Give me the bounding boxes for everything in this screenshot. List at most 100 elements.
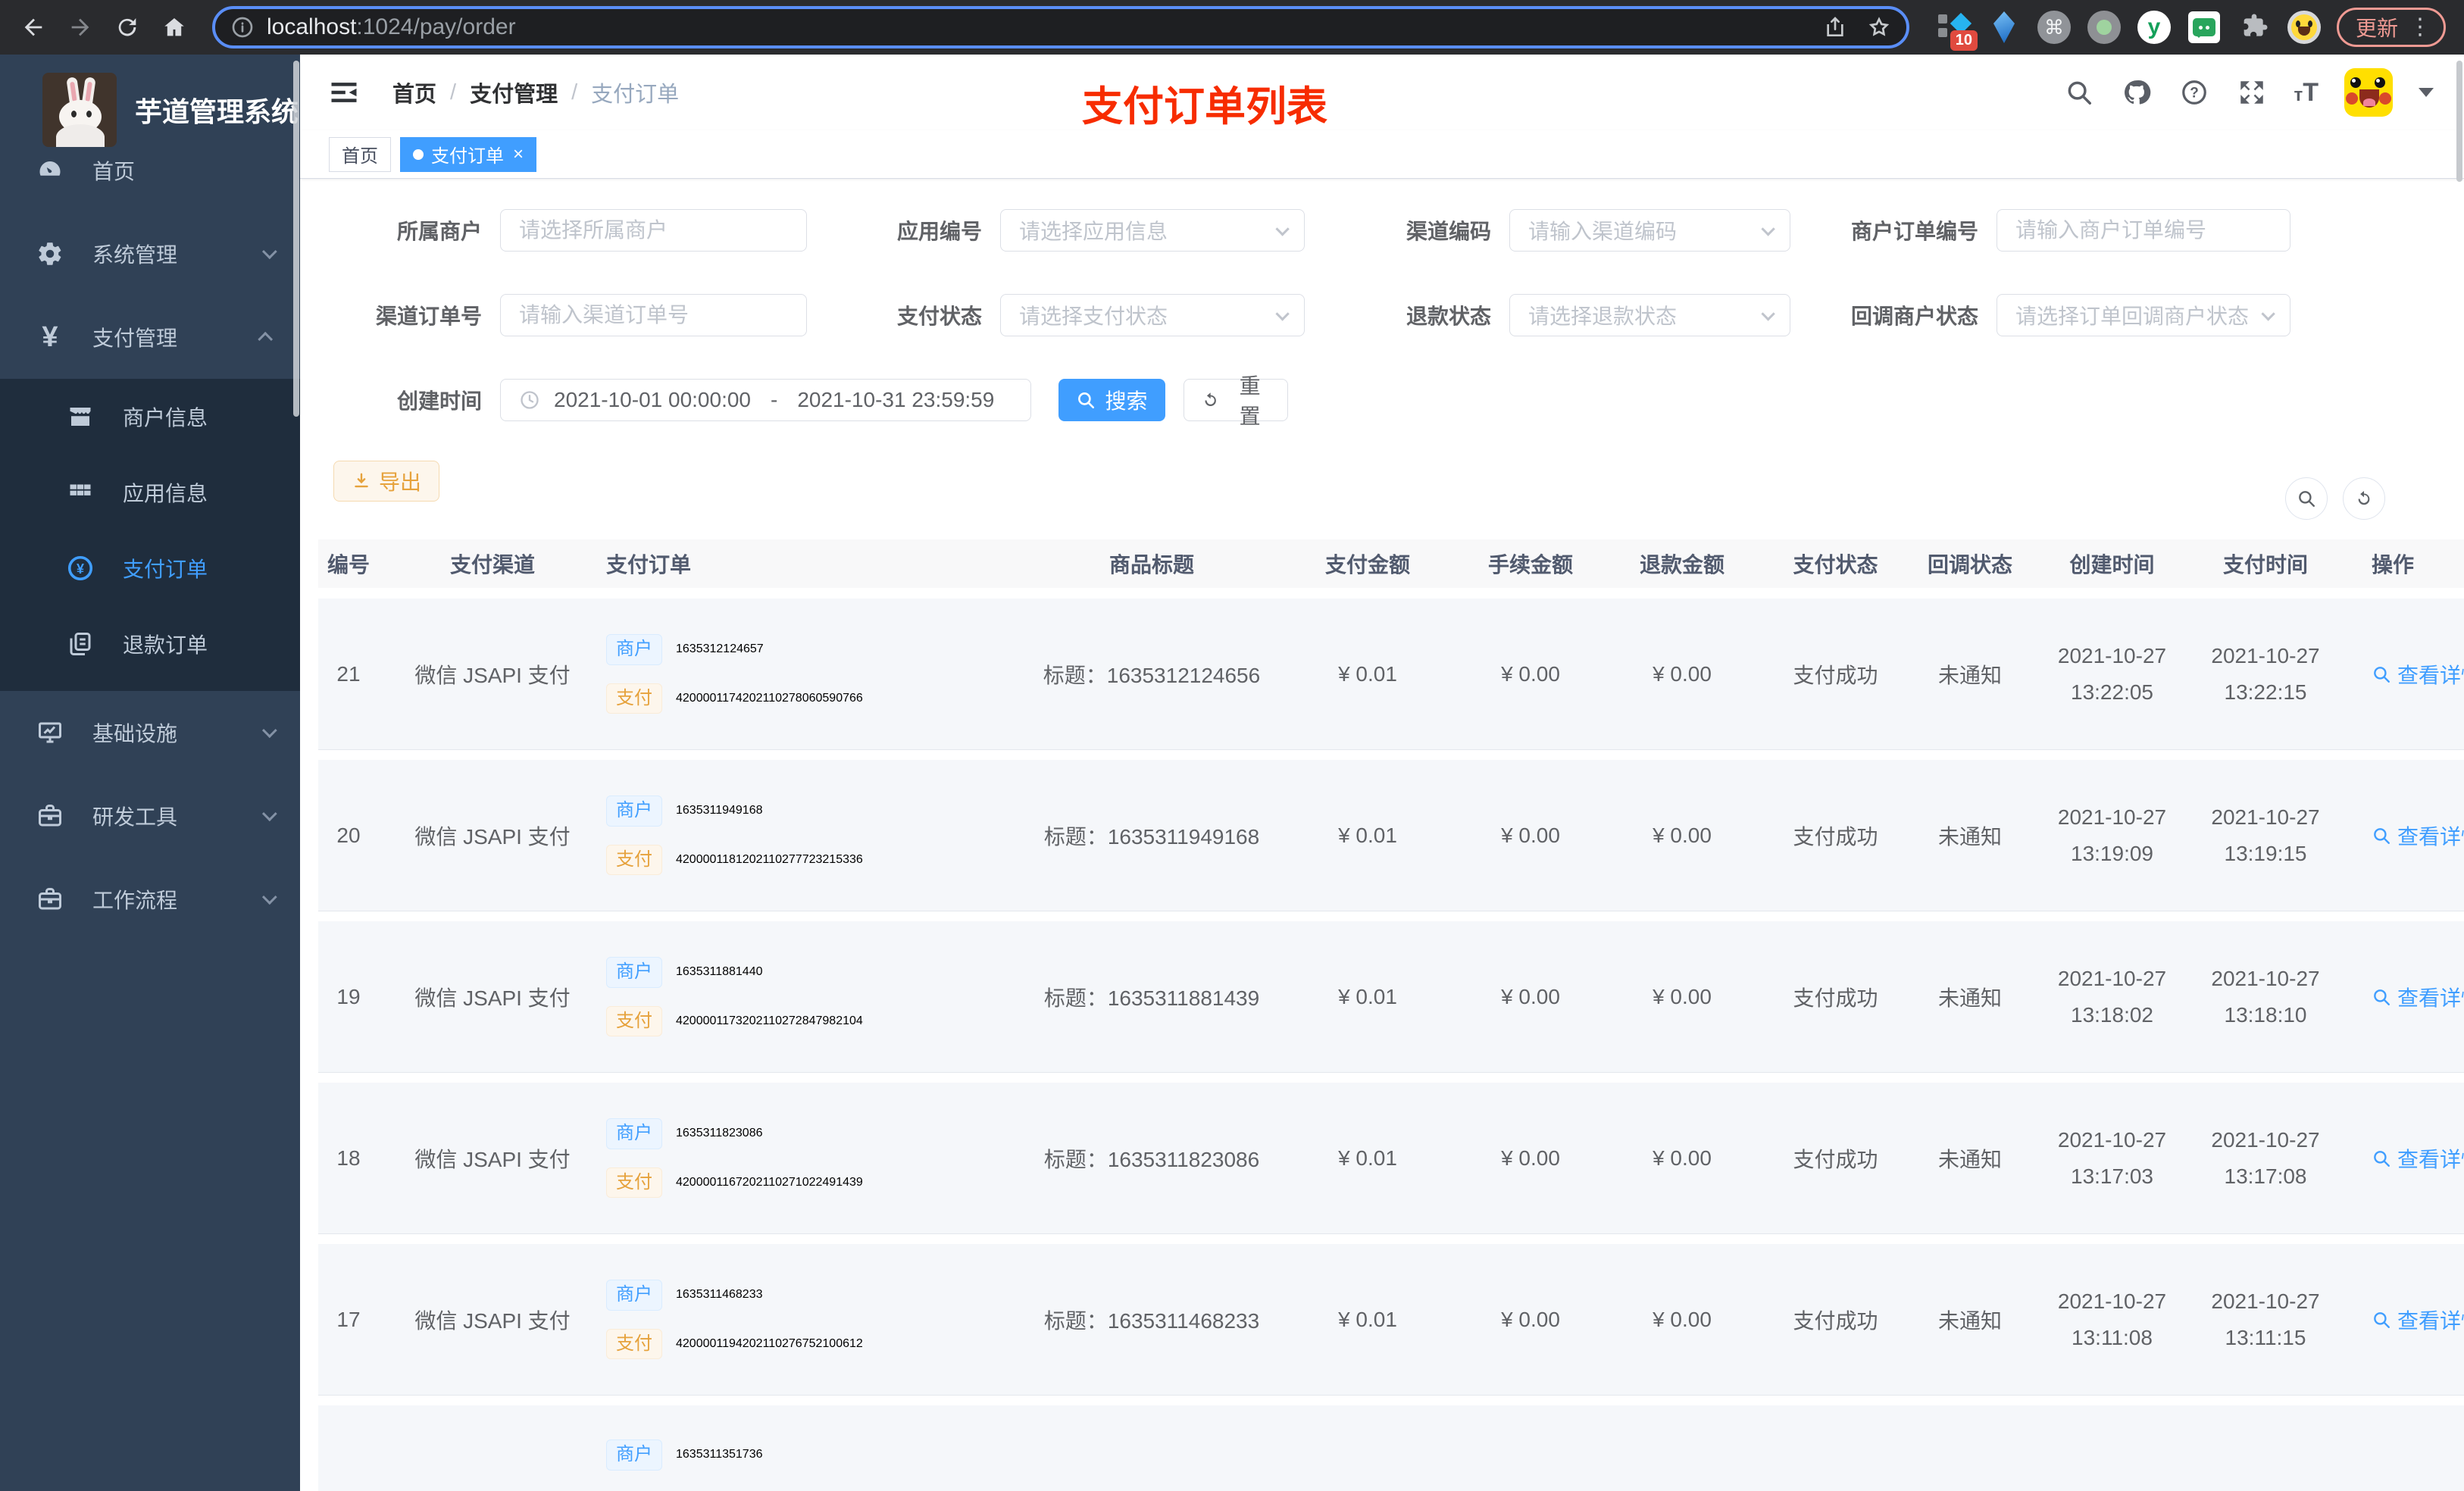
sidebar-item-pay-order[interactable]: ¥ 支付订单 (0, 530, 300, 606)
status-text: 支付成功 (1793, 986, 1878, 1010)
sidebar-item-dev-tools[interactable]: 研发工具 (0, 774, 300, 858)
help-icon[interactable]: ? (2178, 77, 2210, 108)
view-detail-link[interactable]: 查看详情 (2372, 821, 2464, 851)
sidebar-item-workflow[interactable]: 工作流程 (0, 858, 300, 941)
sidebar-item-system[interactable]: 系统管理 (0, 212, 300, 295)
main-area: 首页 / 支付管理 / 支付订单 支付订单列表 ? тT 首页 支付订单 × 所… (300, 55, 2464, 1491)
share-icon[interactable] (1823, 15, 1847, 39)
filter-label-merchant: 所属商户 (396, 220, 482, 243)
breadcrumb-pay-mgmt[interactable]: 支付管理 (470, 77, 558, 108)
sidebar-item-infrastructure[interactable]: 基础设施 (0, 691, 300, 774)
browser-menu-icon[interactable]: ⋮ (2409, 16, 2431, 39)
sidebar-item-merchant-info[interactable]: 商户信息 (0, 379, 300, 455)
search-button[interactable]: 搜索 (1058, 379, 1165, 421)
table-row: 商户 1635311351736 (318, 1405, 2464, 1491)
toolbox-icon (33, 886, 67, 913)
store-icon (64, 403, 97, 430)
user-avatar[interactable] (2344, 68, 2393, 117)
filter-label-create-time: 创建时间 (396, 389, 482, 413)
sidebar-toggle-icon[interactable] (326, 74, 362, 111)
filter-label-pay-status: 支付状态 (896, 305, 982, 328)
browser-update-button[interactable]: 更新 ⋮ (2337, 8, 2447, 47)
col-refund: 退款金额 (1639, 553, 1724, 577)
sidebar-item-payment[interactable]: ¥ 支付管理 (0, 295, 300, 379)
font-size-icon[interactable]: тT (2294, 78, 2319, 108)
github-icon[interactable] (2121, 77, 2153, 108)
toggle-search-button[interactable] (2285, 477, 2328, 520)
browser-forward-button[interactable] (61, 8, 100, 47)
app-title: 芋道管理系统 (135, 96, 299, 127)
active-tag-dot (413, 148, 424, 160)
tag-close-icon[interactable]: × (513, 145, 524, 164)
yen-icon: ¥ (42, 320, 58, 353)
bookmark-star-icon[interactable] (1867, 15, 1891, 39)
extension-icon-record-dot[interactable] (2087, 10, 2122, 45)
navbar-actions: ? тT (2063, 55, 2434, 130)
pay-tag: 支付 (606, 844, 662, 876)
address-bar[interactable]: localhost:1024/pay/order (212, 6, 1909, 48)
extensions-puzzle-icon[interactable] (2237, 10, 2272, 45)
sidebar-item-app-info[interactable]: 应用信息 (0, 455, 300, 530)
export-button[interactable]: 导出 (333, 461, 439, 502)
site-info-icon[interactable] (230, 15, 255, 39)
tag-home[interactable]: 首页 (329, 136, 391, 172)
extension-icon-diamond[interactable]: 10 (1937, 10, 1978, 51)
reset-button[interactable]: 重置 (1184, 374, 1288, 428)
channel-code-filter-select[interactable]: 请输入渠道编码 (1509, 209, 1790, 252)
notify-text: 未通知 (1937, 1308, 2002, 1333)
channel-order-no-input[interactable] (500, 294, 807, 336)
pay-order-icon: ¥ (64, 555, 97, 582)
dashboard-icon (33, 157, 67, 184)
table-row: 21 微信 JSAPI 支付 商户 1635312124657 支付 4200001… (318, 599, 2464, 750)
refund-status-filter-select[interactable]: 请选择退款状态 (1509, 294, 1790, 336)
refresh-table-button[interactable] (2343, 477, 2385, 520)
app-window: 芋道管理系统 首页 系统管理 ¥ 支付管理 商户信息 应用信息 ¥ 支付订单 退… (0, 55, 2464, 1491)
filter-label-notify-status: 回调商户状态 (1850, 305, 1978, 328)
avatar-dropdown-caret-icon[interactable] (2419, 88, 2434, 97)
extension-icon-emoji[interactable] (2287, 10, 2322, 45)
view-detail-link[interactable]: 查看详情 (2372, 1143, 2464, 1174)
breadcrumb-home[interactable]: 首页 (392, 77, 436, 108)
filter-label-refund-status: 退款状态 (1406, 305, 1491, 328)
merchant-filter-input[interactable] (500, 209, 807, 252)
table-row: 18 微信 JSAPI 支付 商户 1635311823086 支付 4200001… (318, 1083, 2464, 1234)
col-amount: 支付金额 (1324, 553, 1410, 577)
extension-icon-chat[interactable] (2187, 10, 2222, 45)
pay-status-filter-select[interactable]: 请选择支付状态 (1000, 294, 1305, 336)
col-actions: 操作 (2372, 553, 2415, 577)
view-detail-link[interactable]: 查看详情 (2372, 982, 2464, 1012)
filter-row-2: 渠道订单号 支付状态 请选择支付状态 退款状态 请选择退款状态 回调商户状态 (300, 294, 2464, 336)
status-text: 支付成功 (1793, 663, 1878, 687)
fullscreen-icon[interactable] (2236, 77, 2268, 108)
browser-reload-button[interactable] (108, 8, 147, 47)
notify-status-filter-select[interactable]: 请选择订单回调商户状态 (1997, 294, 2290, 336)
app-filter-select[interactable]: 请选择应用信息 (1000, 209, 1305, 252)
browser-back-button[interactable] (14, 8, 53, 47)
extension-icon-y[interactable]: y (2137, 10, 2172, 45)
filter-label-app: 应用编号 (896, 220, 982, 243)
sidebar-scrollbar[interactable] (293, 61, 299, 417)
extension-icon-kite[interactable] (1987, 10, 2022, 45)
page-scrollbar[interactable] (2456, 61, 2462, 182)
breadcrumb: 首页 / 支付管理 / 支付订单 (392, 55, 679, 130)
view-detail-link[interactable]: 查看详情 (2372, 1305, 2464, 1335)
sidebar-item-refund-order[interactable]: 退款订单 (0, 606, 300, 682)
sidebar-item-home[interactable]: 首页 (0, 129, 300, 212)
pay-tag: 支付 (606, 1328, 662, 1360)
browser-home-button[interactable] (155, 8, 194, 47)
view-detail-link[interactable]: 查看详情 (2372, 659, 2464, 689)
table-row: 17 微信 JSAPI 支付 商户 1635311468233 支付 4200001… (318, 1244, 2464, 1396)
status-text: 支付成功 (1793, 824, 1878, 849)
table-row: 19 微信 JSAPI 支付 商户 1635311881440 支付 4200001… (318, 921, 2464, 1073)
status-text: 支付成功 (1793, 1147, 1878, 1171)
create-time-range-picker[interactable]: 2021-10-01 00:00:00 - 2021-10-31 23:59:5… (500, 379, 1031, 421)
tag-pay-order[interactable]: 支付订单 × (400, 136, 537, 172)
header-search-icon[interactable] (2063, 77, 2095, 108)
url-text: localhost:1024/pay/order (267, 14, 516, 39)
top-navbar: 首页 / 支付管理 / 支付订单 支付订单列表 ? тT (300, 55, 2464, 130)
col-create-time: 创建时间 (2069, 553, 2155, 577)
extension-icon-command[interactable]: ⌘ (2037, 10, 2072, 45)
pay-tag: 支付 (606, 1005, 662, 1037)
merchant-order-no-input[interactable] (1997, 209, 2290, 252)
sidebar-menu: 首页 系统管理 ¥ 支付管理 商户信息 应用信息 ¥ 支付订单 退款订单 基础设… (0, 129, 300, 941)
